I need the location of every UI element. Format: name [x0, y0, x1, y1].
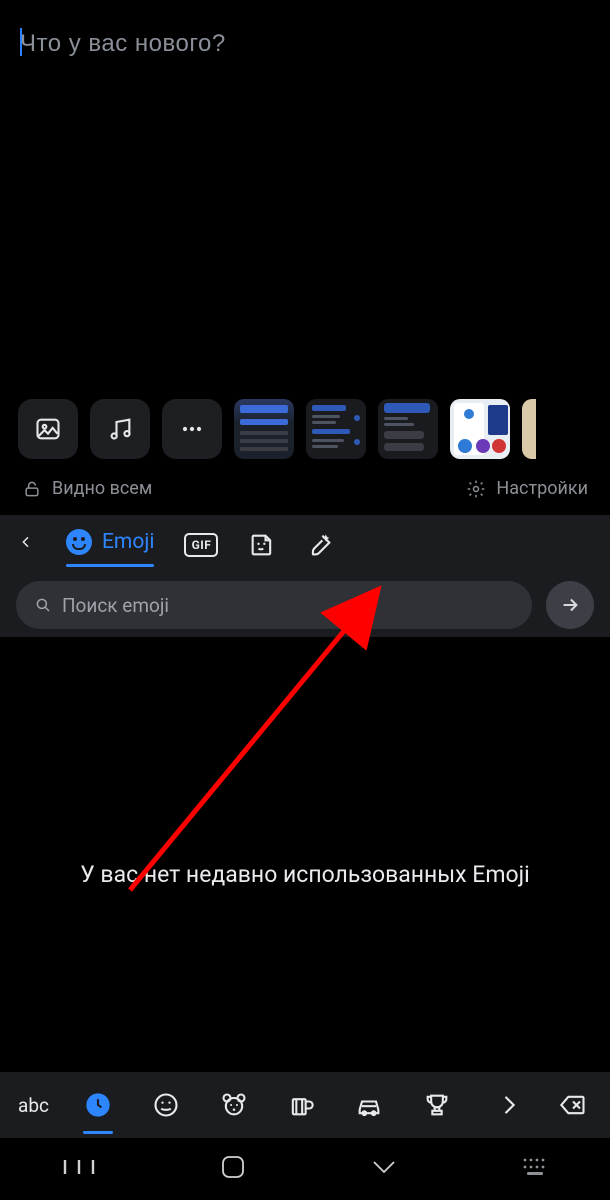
search-icon [34, 596, 52, 614]
category-recent[interactable] [79, 1086, 117, 1124]
tab-gif[interactable]: GIF [184, 533, 218, 557]
image-icon [34, 415, 62, 443]
composer-meta-row: Видно всем Настройки [0, 468, 610, 515]
switch-to-abc-button[interactable]: abc [18, 1094, 49, 1117]
home-icon [220, 1154, 246, 1180]
android-nav-bar [0, 1138, 610, 1200]
sticker-icon [248, 531, 276, 559]
emoji-keyboard: Emoji GIF Поиск emoji У вас нет не [0, 515, 610, 1138]
smiley-icon [152, 1091, 180, 1119]
tab-underline [66, 564, 154, 567]
arrow-right-icon [559, 594, 581, 616]
category-animals[interactable] [215, 1086, 253, 1124]
keyboard-back-button[interactable] [18, 530, 36, 560]
attach-photo-button[interactable] [18, 399, 78, 459]
recent-thumb-4[interactable] [450, 399, 510, 459]
recent-thumb-2[interactable] [306, 399, 366, 459]
chevron-down-icon [370, 1157, 398, 1177]
recent-thumb-1[interactable] [234, 399, 294, 459]
tab-stickers[interactable] [248, 531, 276, 559]
brush-sparkle-icon [306, 531, 334, 559]
emoji-face-icon [66, 529, 92, 555]
recent-thumb-5[interactable] [522, 399, 536, 459]
nav-home-button[interactable] [220, 1154, 246, 1184]
attach-more-button[interactable] [162, 399, 222, 459]
settings-button[interactable]: Настройки [466, 478, 588, 499]
more-icon [178, 415, 206, 443]
tab-emoji[interactable]: Emoji [66, 529, 154, 561]
trophy-icon [423, 1091, 451, 1119]
post-composer[interactable] [0, 0, 610, 390]
category-objects[interactable] [490, 1086, 528, 1124]
emoji-empty-state: У вас нет недавно использованных Emoji [0, 637, 610, 1072]
backspace-button[interactable] [554, 1086, 592, 1124]
category-food[interactable] [282, 1086, 320, 1124]
nav-recents-button[interactable] [62, 1157, 96, 1181]
unlock-icon [22, 479, 42, 499]
chevron-right-icon [495, 1091, 523, 1119]
car-icon [355, 1091, 383, 1119]
category-activities[interactable] [418, 1086, 456, 1124]
nav-back-button[interactable] [370, 1157, 398, 1181]
keyboard-icon [522, 1157, 548, 1177]
visibility-button[interactable]: Видно всем [22, 478, 152, 499]
attachments-row [0, 390, 610, 468]
category-travel[interactable] [350, 1086, 388, 1124]
composer-input[interactable] [20, 30, 590, 58]
search-placeholder: Поиск emoji [62, 594, 169, 617]
tab-ai-draw[interactable] [306, 531, 334, 559]
settings-label: Настройки [496, 478, 588, 499]
attach-music-button[interactable] [90, 399, 150, 459]
recent-thumb-3[interactable] [378, 399, 438, 459]
recents-icon [62, 1157, 96, 1177]
visibility-label: Видно всем [52, 478, 152, 499]
keyboard-tabs: Emoji GIF [0, 515, 610, 567]
screen: Видно всем Настройки Emoji GIF [0, 0, 610, 1200]
text-cursor [20, 28, 22, 56]
mug-icon [287, 1091, 315, 1119]
bear-icon [220, 1091, 248, 1119]
emoji-category-row: abc [0, 1072, 610, 1138]
tab-emoji-label: Emoji [102, 530, 154, 554]
music-icon [106, 415, 134, 443]
chevron-left-icon [18, 530, 34, 554]
emoji-search-row: Поиск emoji [0, 567, 610, 637]
gear-icon [466, 479, 486, 499]
gif-icon: GIF [184, 533, 218, 557]
empty-state-text: У вас нет недавно использованных Emoji [80, 858, 530, 891]
emoji-go-button[interactable] [546, 581, 594, 629]
nav-keyboard-toggle[interactable] [522, 1157, 548, 1181]
emoji-search-input[interactable]: Поиск emoji [16, 581, 532, 629]
backspace-icon [559, 1091, 587, 1119]
category-smileys[interactable] [147, 1086, 185, 1124]
clock-icon [84, 1091, 112, 1119]
